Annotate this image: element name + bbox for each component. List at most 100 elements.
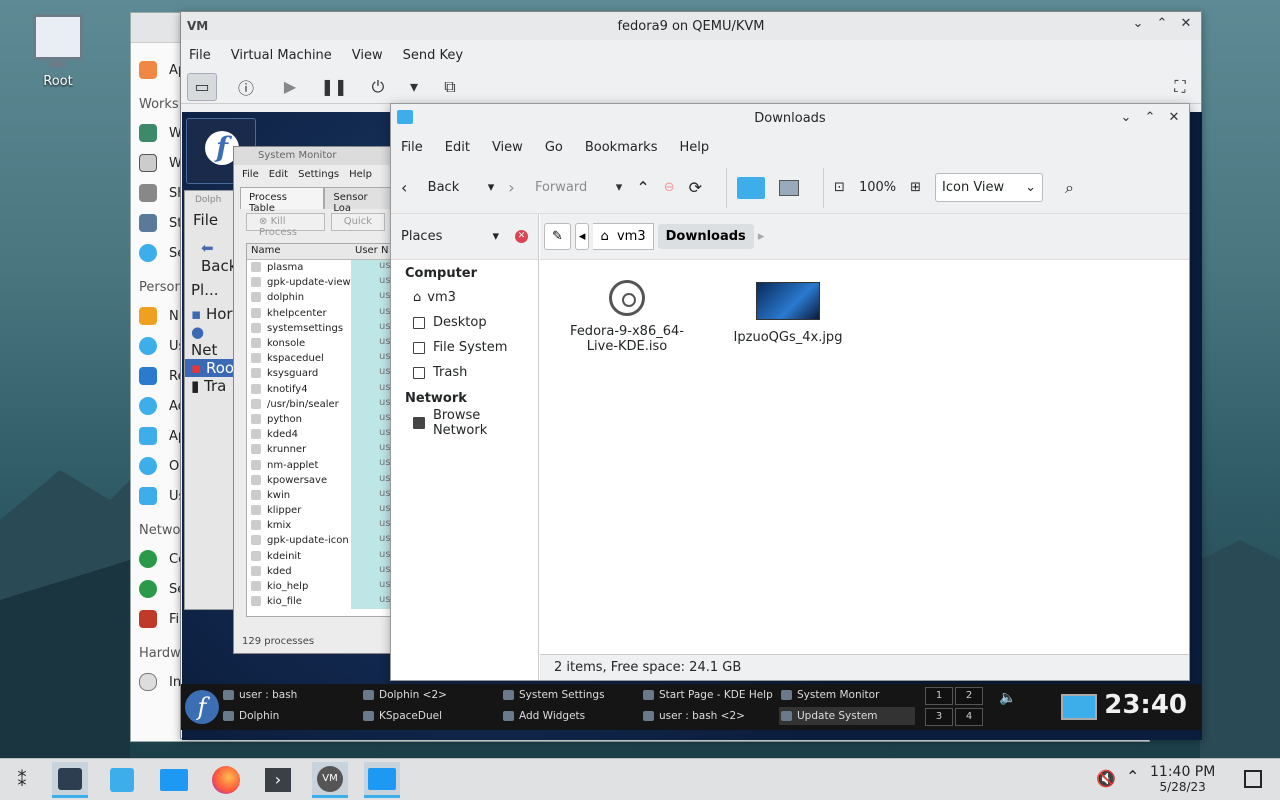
- zoom-in-button[interactable]: ⊞: [910, 180, 921, 195]
- forward-button[interactable]: › Forward ▾: [508, 178, 622, 197]
- column-user[interactable]: User N: [351, 244, 392, 259]
- home-button[interactable]: [737, 176, 766, 199]
- task-system-monitor[interactable]: System Monitor: [779, 686, 879, 704]
- menu-go[interactable]: Go: [545, 140, 563, 155]
- close-icon[interactable]: ✕: [1167, 110, 1181, 125]
- file-item[interactable]: IpzuoQGs_4x.jpg: [728, 282, 848, 345]
- process-row[interactable]: kio_file us: [247, 594, 397, 610]
- menu-file[interactable]: File: [401, 140, 423, 155]
- kill-process-button[interactable]: ⊗ Kill Process: [246, 213, 325, 238]
- search-button[interactable]: ⌕: [1065, 178, 1074, 198]
- menu-view[interactable]: View: [492, 140, 523, 155]
- show-desktop-icon[interactable]: [1244, 770, 1262, 788]
- menu-file[interactable]: File: [189, 48, 211, 63]
- place-vm3[interactable]: ⌂ vm3: [391, 285, 538, 310]
- tab-sensor-load[interactable]: Sensor Loa: [324, 187, 397, 214]
- snapshots-button[interactable]: ⧉: [435, 73, 465, 101]
- process-row[interactable]: khelpcenter us: [247, 305, 397, 321]
- breadcrumb-home[interactable]: ⌂ vm3: [593, 223, 654, 250]
- up-button[interactable]: ⌃: [636, 178, 649, 197]
- process-row[interactable]: gpk-update-view us: [247, 275, 397, 291]
- taskbar-system-settings[interactable]: [52, 762, 88, 798]
- task-system-settings[interactable]: System Settings: [501, 686, 605, 704]
- task-user-bash[interactable]: user : bash: [221, 686, 297, 704]
- view-mode-select[interactable]: Icon View ⌄: [935, 173, 1044, 202]
- minimize-icon[interactable]: ⌄: [1131, 16, 1145, 31]
- taskbar-konsole[interactable]: ›: [260, 762, 296, 798]
- task-kspaceduel[interactable]: KSpaceDuel: [361, 707, 442, 725]
- task-dolphin-2[interactable]: Dolphin <2>: [361, 686, 447, 704]
- pager-desktop-2[interactable]: 2: [955, 687, 983, 705]
- host-clock[interactable]: 11:40 PM 5/28/23: [1150, 764, 1215, 794]
- taskbar-dolphin-downloads[interactable]: [364, 762, 400, 798]
- edit-location-button[interactable]: ✎: [544, 223, 571, 250]
- file-item[interactable]: Fedora-9-x86_64- Live-KDE.iso: [567, 280, 687, 354]
- menu-virtual-machine[interactable]: Virtual Machine: [231, 48, 332, 63]
- taskbar-virt-manager[interactable]: VM: [312, 762, 348, 798]
- sm-menu-edit[interactable]: Edit: [269, 169, 288, 180]
- task-start-page[interactable]: Start Page - KDE Help: [641, 686, 773, 704]
- minimize-icon[interactable]: ⌄: [1119, 110, 1133, 125]
- console-view-button[interactable]: ▭: [187, 72, 217, 101]
- menu-edit[interactable]: Edit: [445, 140, 470, 155]
- pager-desktop-3[interactable]: 3: [925, 708, 953, 726]
- menu-bookmarks[interactable]: Bookmarks: [585, 140, 658, 155]
- place-trash[interactable]: Trash: [391, 360, 538, 385]
- place-desktop[interactable]: Desktop: [391, 310, 538, 335]
- shutdown-button[interactable]: ⏻: [363, 73, 393, 101]
- process-row[interactable]: kwin us: [247, 487, 397, 503]
- close-icon[interactable]: ✕: [1179, 16, 1193, 31]
- breadcrumb-left-arrow[interactable]: ◂: [574, 223, 590, 250]
- process-row[interactable]: ksysguard us: [247, 366, 397, 382]
- sm-menu-help[interactable]: Help: [349, 169, 372, 180]
- process-row[interactable]: nm-applet us: [247, 457, 397, 473]
- maximize-icon[interactable]: ⌃: [1155, 16, 1169, 31]
- process-row[interactable]: krunner us: [247, 442, 397, 458]
- process-row[interactable]: kdeinit us: [247, 548, 397, 564]
- process-row[interactable]: kpowersave us: [247, 472, 397, 488]
- process-row[interactable]: dolphin us: [247, 290, 397, 306]
- task-add-widgets[interactable]: Add Widgets: [501, 707, 585, 725]
- preview-button[interactable]: [779, 179, 800, 196]
- task-update-system[interactable]: Update System: [779, 707, 915, 725]
- run-button[interactable]: ▶: [275, 73, 305, 101]
- taskbar-firefox[interactable]: [208, 762, 244, 798]
- sm-menu-file[interactable]: File: [242, 169, 259, 180]
- stop-button[interactable]: ⊖: [664, 180, 675, 195]
- sm-menu-settings[interactable]: Settings: [298, 169, 339, 180]
- process-row[interactable]: knotify4 us: [247, 381, 397, 397]
- process-row[interactable]: plasma us: [247, 260, 397, 276]
- close-panel-icon[interactable]: ✕: [515, 230, 528, 243]
- column-name[interactable]: Name: [247, 244, 351, 259]
- process-row[interactable]: kmix us: [247, 518, 397, 534]
- shutdown-menu-button[interactable]: ▾: [407, 73, 421, 101]
- menu-send-key[interactable]: Send Key: [403, 48, 463, 63]
- fedora-menu-icon[interactable]: f: [185, 690, 219, 724]
- taskbar-dolphin[interactable]: [156, 762, 192, 798]
- menu-help[interactable]: Help: [679, 140, 709, 155]
- process-row[interactable]: kio_help us: [247, 578, 397, 595]
- app-launcher-button[interactable]: ⁑: [4, 762, 40, 798]
- taskbar-discover[interactable]: [104, 762, 140, 798]
- place-browse-network[interactable]: Browse Network: [391, 408, 538, 438]
- quick-search-input[interactable]: Quick: [330, 213, 385, 231]
- process-row[interactable]: konsole us: [247, 335, 397, 352]
- show-desktop-icon[interactable]: [1061, 694, 1097, 720]
- volume-icon[interactable]: 🔈: [999, 690, 1016, 706]
- task-dolphin[interactable]: Dolphin: [221, 707, 279, 725]
- tab-process-table[interactable]: Process Table: [240, 187, 325, 214]
- process-row[interactable]: kspaceduel us: [247, 351, 397, 367]
- breadcrumb-right-arrow[interactable]: ▸: [758, 229, 765, 244]
- maximize-icon[interactable]: ⌃: [1143, 110, 1157, 125]
- menu-view[interactable]: View: [352, 48, 383, 63]
- muted-volume-icon[interactable]: 🔇: [1096, 769, 1116, 788]
- process-row[interactable]: klipper us: [247, 503, 397, 519]
- process-row[interactable]: systemsettings us: [247, 320, 397, 336]
- chevron-down-icon[interactable]: ▾: [492, 229, 499, 244]
- details-button[interactable]: ⓘ: [231, 73, 261, 101]
- process-row[interactable]: python us: [247, 411, 397, 428]
- zoom-out-button[interactable]: ⊡: [834, 180, 845, 195]
- back-button[interactable]: ‹ Back ▾: [401, 178, 494, 197]
- place-file-system[interactable]: File System: [391, 335, 538, 360]
- fullscreen-button[interactable]: ⛶: [1165, 73, 1195, 101]
